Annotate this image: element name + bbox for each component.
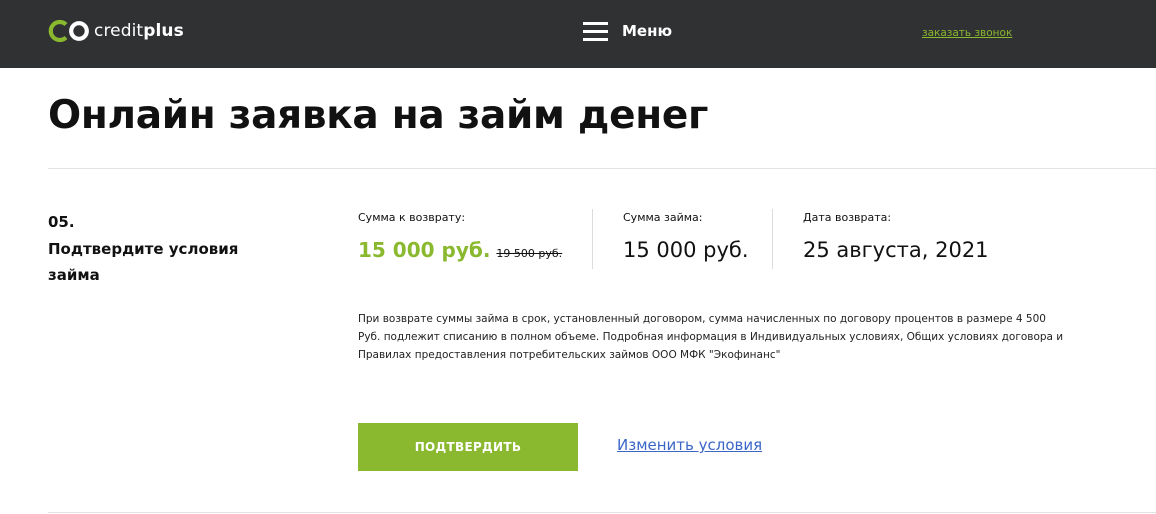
return-date-value: 25 августа, 2021 — [803, 238, 989, 262]
loan-amount-value: 15 000 руб. — [623, 238, 749, 262]
logo-text: creditplus — [94, 21, 184, 41]
disclaimer-text: При возврате суммы займа в срок, установ… — [358, 313, 1064, 361]
divider-top — [48, 168, 1156, 169]
repay-amount-label: Сумма к возврату: — [358, 211, 466, 224]
menu-label: Меню — [622, 22, 673, 40]
logo-text-credit: credit — [94, 21, 144, 41]
step-title: Подтвердите условия займа — [48, 240, 239, 284]
loan-amount-label: Сумма займа: — [623, 211, 703, 224]
creditplus-logo[interactable]: creditplus — [48, 18, 184, 44]
return-date-label: Дата возврата: — [803, 211, 892, 224]
change-terms-link[interactable]: Изменить условия — [617, 436, 762, 454]
creditplus-logo-icon — [48, 18, 92, 44]
column-separator — [592, 209, 593, 269]
repay-old-amount: 19 500 руб. — [496, 247, 563, 260]
step-number: 05. — [48, 213, 75, 231]
repay-amount-row: 15 000 руб. 19 500 руб. — [358, 238, 562, 262]
column-separator — [772, 209, 773, 269]
confirm-button[interactable]: ПОДТВЕРДИТЬ — [358, 423, 578, 471]
divider-bottom — [48, 512, 1156, 513]
menu-button[interactable]: Меню — [583, 19, 672, 43]
repay-amount-value: 15 000 руб. — [358, 238, 491, 262]
logo-text-plus: plus — [143, 21, 184, 41]
page-title: Онлайн заявка на займ денег — [48, 93, 709, 138]
callback-link[interactable]: заказать звонок — [922, 27, 1012, 39]
site-header: creditplus Меню заказать звонок — [0, 0, 1156, 68]
hamburger-icon — [583, 21, 608, 41]
